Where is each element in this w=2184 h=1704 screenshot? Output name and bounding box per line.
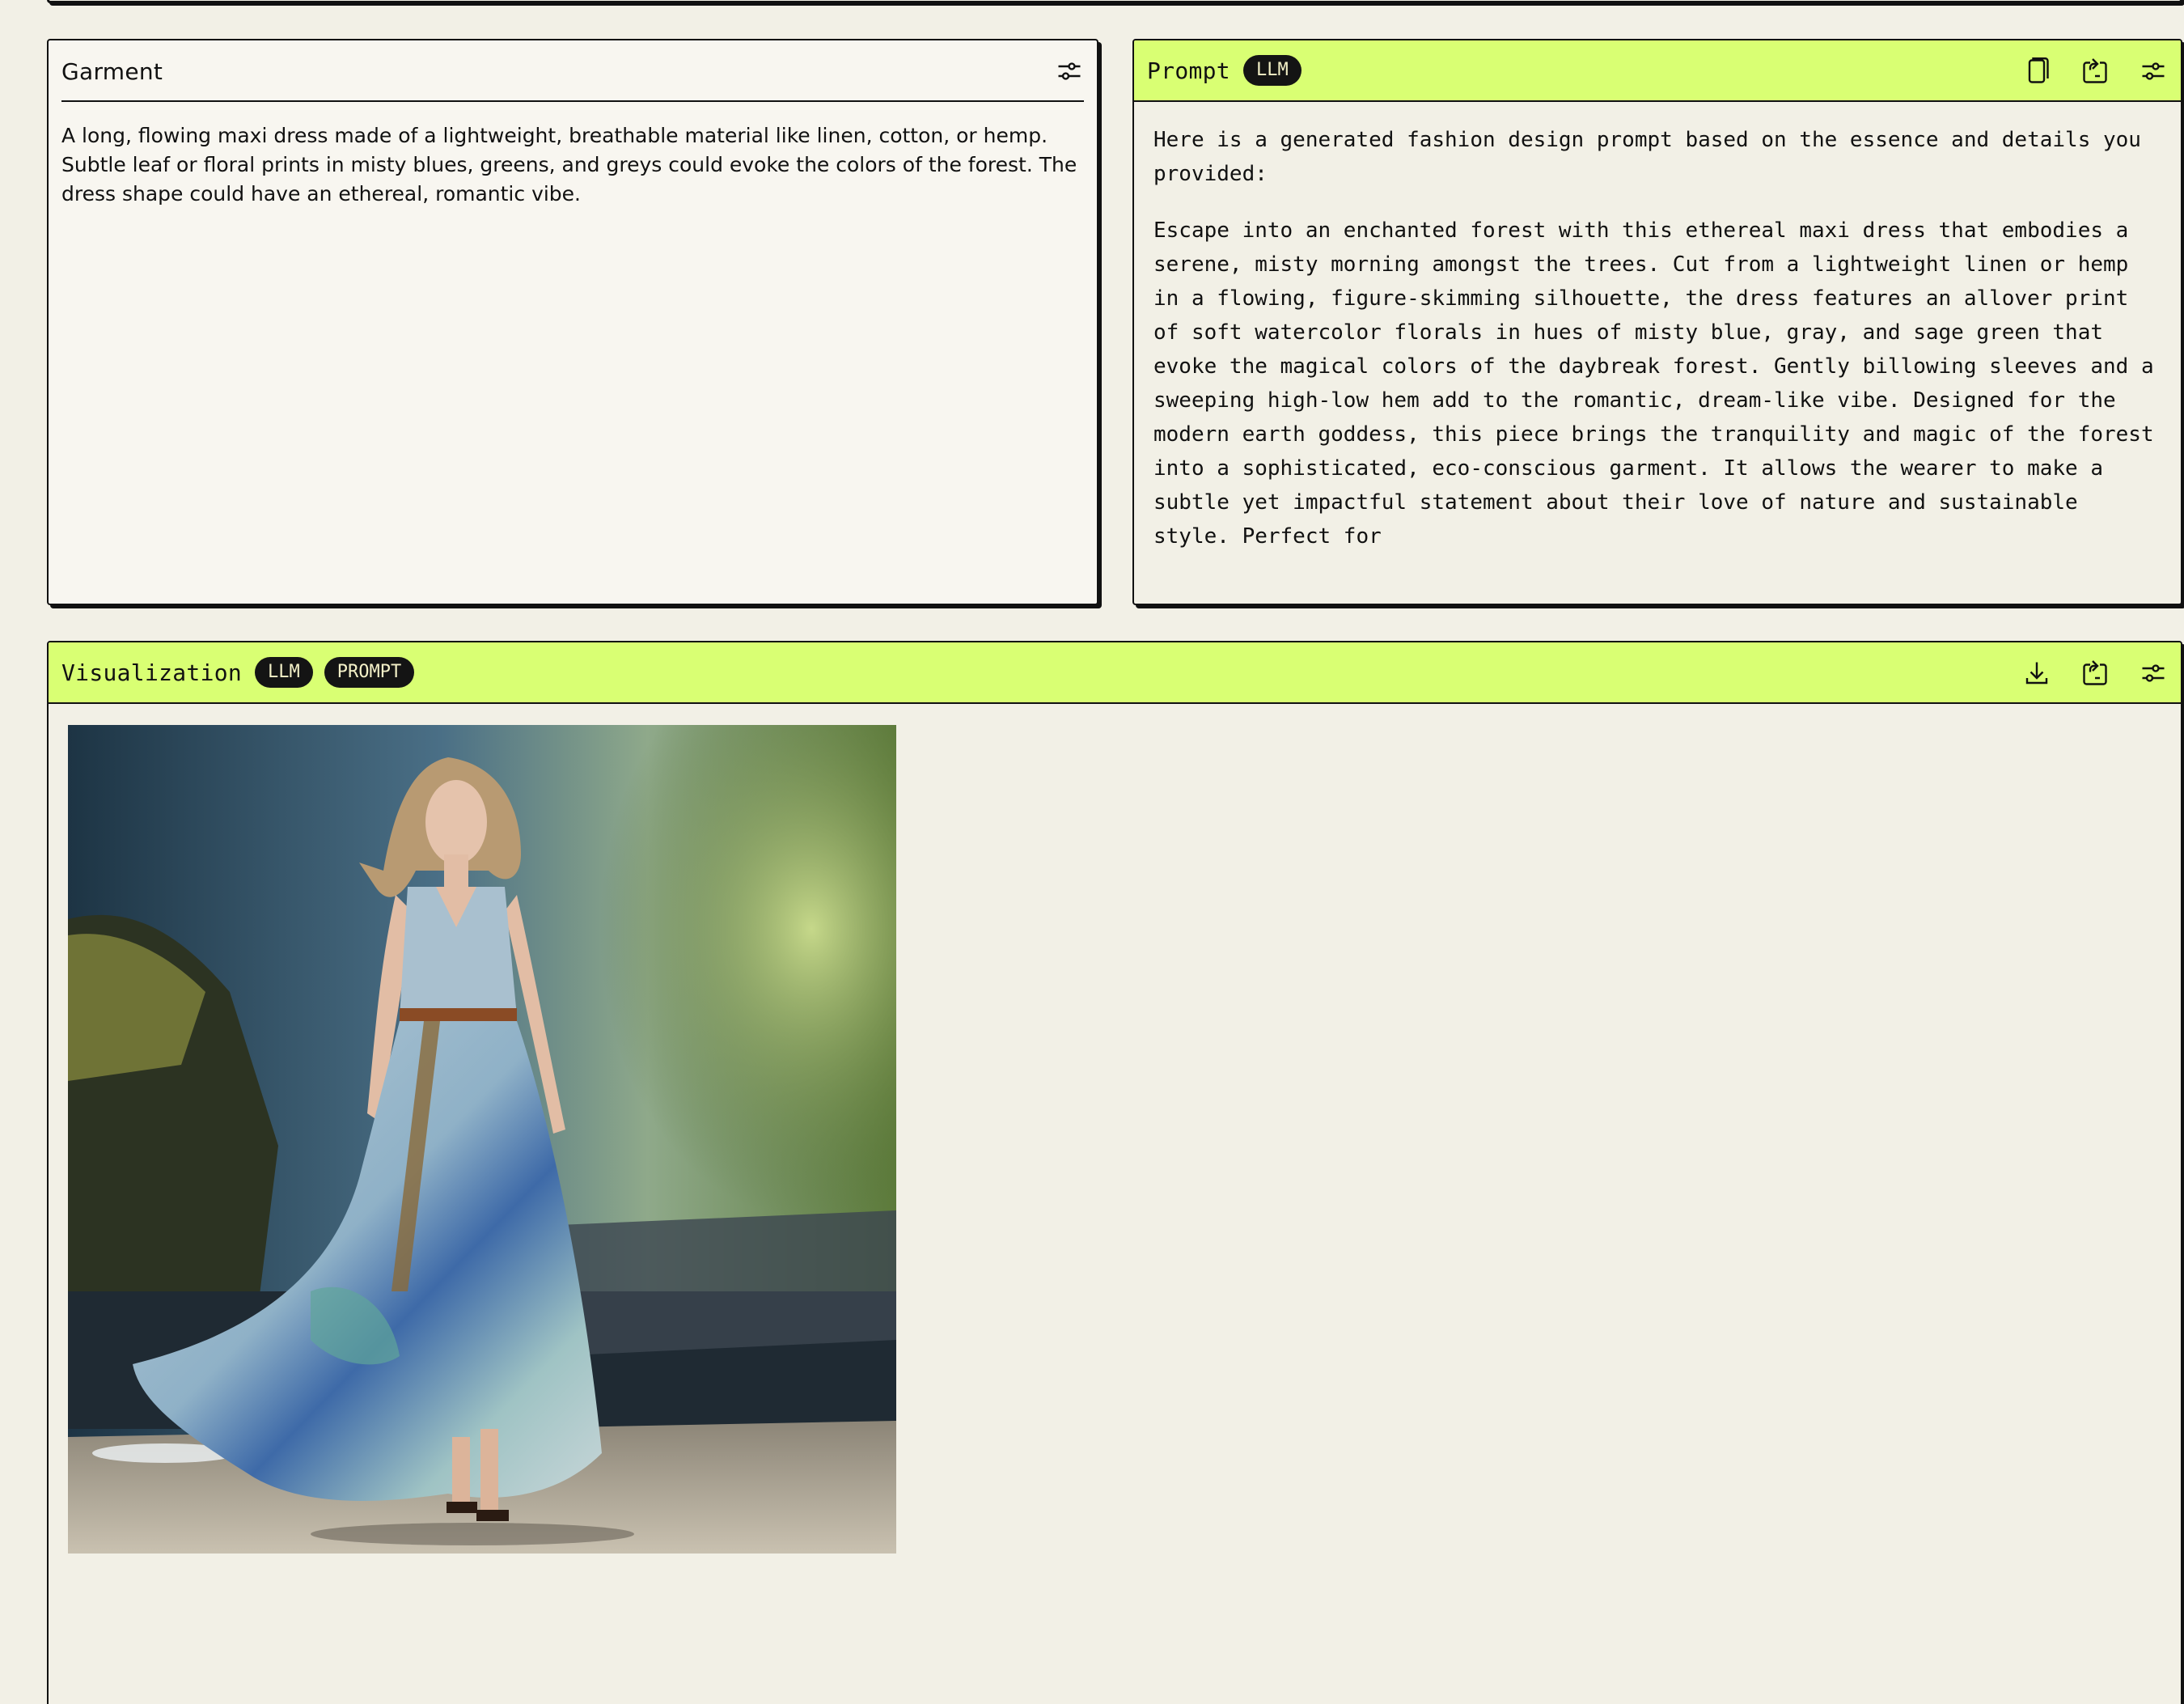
- garment-title: Garment: [61, 57, 163, 85]
- garment-text[interactable]: A long, flowing maxi dress made of a lig…: [49, 102, 1097, 228]
- visualization-header: Visualization LLM PROMPT: [49, 642, 2181, 704]
- llm-badge: LLM: [255, 657, 313, 688]
- prompt-intro: Here is a generated fashion design promp…: [1153, 128, 2141, 186]
- llm-badge: LLM: [1242, 55, 1302, 86]
- garment-panel: Garment A long, flowing maxi dress made …: [47, 39, 1098, 605]
- settings-sliders-icon[interactable]: [1053, 55, 1086, 87]
- prompt-output[interactable]: Here is a generated fashion design promp…: [1134, 102, 2181, 604]
- top-panel-edge: [47, 0, 2182, 3]
- share-icon[interactable]: [2079, 657, 2111, 689]
- copy-icon[interactable]: [2021, 55, 2053, 87]
- prompt-header: Prompt LLM: [1134, 40, 2181, 102]
- prompt-badge: PROMPT: [324, 657, 415, 688]
- share-icon[interactable]: [2079, 55, 2111, 87]
- settings-sliders-icon[interactable]: [2137, 55, 2169, 87]
- visualization-title: Visualization: [61, 659, 243, 686]
- settings-sliders-icon[interactable]: [2137, 657, 2169, 689]
- garment-divider: [61, 100, 1084, 102]
- visualization-panel: Visualization LLM PROMPT: [47, 641, 2182, 1704]
- prompt-body: Escape into an enchanted forest with thi…: [1153, 218, 2154, 549]
- prompt-title: Prompt: [1147, 57, 1230, 84]
- garment-header: Garment: [49, 40, 1097, 102]
- download-icon[interactable]: [2021, 657, 2053, 689]
- prompt-panel: Prompt LLM Here is a generated fashion d…: [1132, 39, 2182, 605]
- generated-image[interactable]: [68, 725, 896, 1554]
